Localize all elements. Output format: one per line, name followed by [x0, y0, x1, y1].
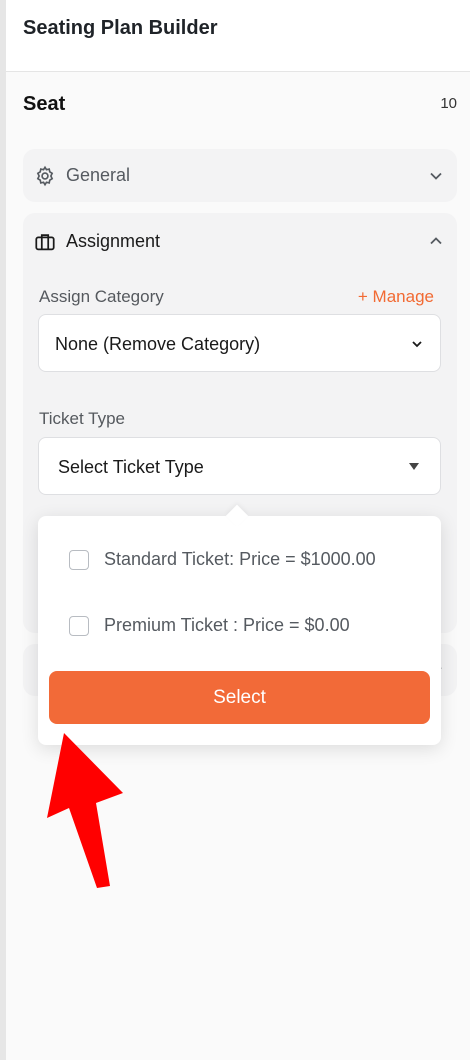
ticket-option-premium[interactable]: Premium Ticket : Price = $0.00 — [69, 615, 350, 636]
seat-title: Seat — [23, 93, 66, 115]
assignment-panel-label[interactable]: Assignment — [66, 231, 160, 252]
standard-ticket-checkbox[interactable] — [69, 549, 89, 570]
app-header: Seating Plan Builder — [6, 0, 470, 72]
ticket-option-standard[interactable]: Standard Ticket: Price = $1000.00 — [69, 549, 376, 570]
ticket-type-label: Ticket Type — [39, 409, 125, 428]
ticket-type-select[interactable]: Select Ticket Type — [38, 437, 441, 495]
option-label: Standard Ticket: Price = $1000.00 — [104, 549, 376, 569]
general-panel-label: General — [66, 165, 131, 185]
ticket-type-placeholder: Select Ticket Type — [58, 457, 204, 477]
left-edge-strip — [0, 0, 6, 1060]
chevron-up-icon[interactable] — [429, 234, 443, 248]
gear-icon — [36, 165, 54, 187]
seat-count: 10 — [440, 95, 457, 112]
category-select-value: None (Remove Category) — [55, 334, 261, 354]
app-title: Seating Plan Builder — [23, 17, 218, 39]
assign-category-label: Assign Category — [39, 287, 164, 306]
briefcase-icon — [35, 234, 55, 251]
option-label: Premium Ticket : Price = $0.00 — [104, 615, 350, 635]
ticket-type-dropdown: Standard Ticket: Price = $1000.00 Premiu… — [38, 504, 441, 745]
chevron-down-icon — [412, 341, 422, 348]
category-select[interactable]: None (Remove Category) — [38, 314, 441, 372]
general-panel-header[interactable]: General — [23, 149, 457, 202]
manage-categories-link[interactable]: + Manage — [358, 287, 434, 307]
caret-down-icon — [409, 463, 419, 470]
premium-ticket-checkbox[interactable] — [69, 615, 89, 636]
select-button[interactable]: Select — [49, 671, 430, 724]
chevron-down-icon — [430, 172, 442, 180]
